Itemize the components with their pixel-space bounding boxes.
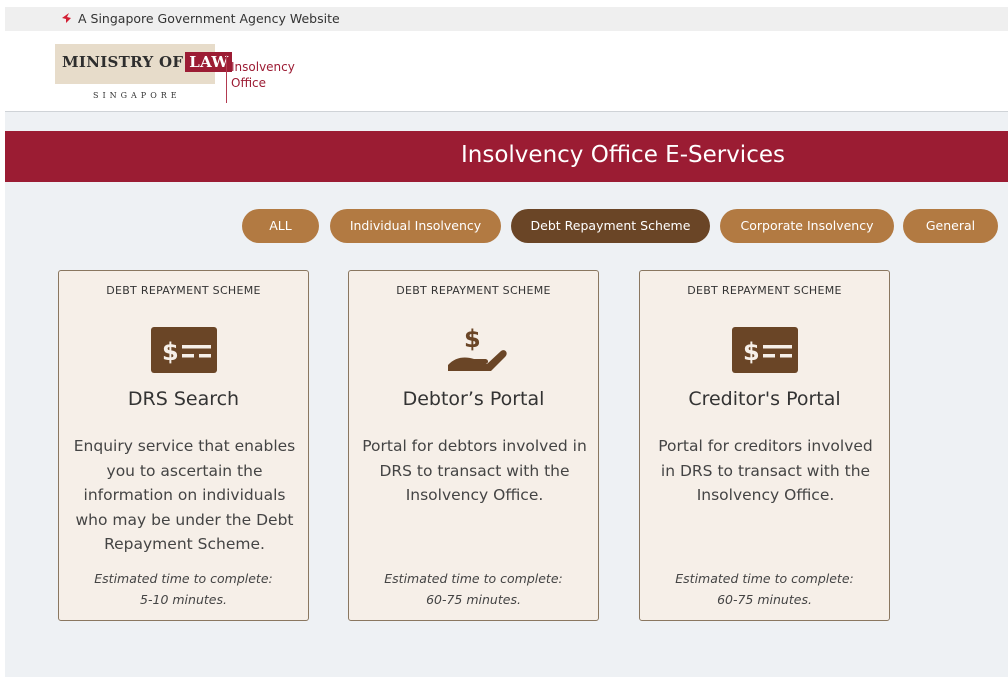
card-description: Portal for debtors involved in DRS to tr… xyxy=(362,437,587,504)
money-check-icon: $ xyxy=(151,327,217,373)
banner: Insolvency Office E-Services xyxy=(5,131,1008,182)
card-title: Debtor’s Portal xyxy=(402,388,545,410)
site-header: MINISTRY OF LAW SINGAPORE Insolvency Offi… xyxy=(5,31,1008,112)
filter-debt-repayment-scheme-button[interactable]: Debt Repayment Scheme xyxy=(511,209,710,243)
svg-text:$: $ xyxy=(162,338,179,366)
masthead-text: A Singapore Government Agency Website xyxy=(78,11,340,26)
filter-corporate-insolvency-button[interactable]: Corporate Insolvency xyxy=(720,209,894,243)
logo-subtitle-line2: Office xyxy=(231,76,267,90)
card-category: DEBT REPAYMENT SCHEME xyxy=(106,284,261,297)
logo-subtitle-line1: Insolvency xyxy=(231,60,295,74)
card-title: Creditor's Portal xyxy=(688,388,841,410)
card-estimated-time: Estimated time to complete: 5-10 minutes… xyxy=(59,568,308,610)
card-estimated-time: Estimated time to complete: 60-75 minute… xyxy=(640,568,889,610)
card-time-label: Estimated time to complete: xyxy=(94,571,273,586)
page: A Singapore Government Agency Website MI… xyxy=(5,7,1008,677)
gov-masthead: A Singapore Government Agency Website xyxy=(5,7,1008,31)
card-estimated-time: Estimated time to complete: 60-75 minute… xyxy=(349,568,598,610)
service-card-creditors-portal[interactable]: DEBT REPAYMENT SCHEME $ Creditor's Porta… xyxy=(639,270,890,621)
lion-head-icon xyxy=(62,13,71,23)
logo-subtitle: Insolvency Office xyxy=(231,59,311,91)
money-check-icon: $ xyxy=(732,327,798,373)
card-description: Enquiry service that enables you to asce… xyxy=(73,437,296,553)
card-description: Portal for creditors involved in DRS to … xyxy=(658,437,873,504)
filter-individual-insolvency-button[interactable]: Individual Insolvency xyxy=(330,209,501,243)
card-time-value: 5-10 minutes. xyxy=(140,592,227,607)
page-title: Insolvency Office E-Services xyxy=(461,142,785,168)
card-time-value: 60-75 minutes. xyxy=(426,592,521,607)
filter-all-button[interactable]: ALL xyxy=(242,209,319,243)
logo-ministry-text: MINISTRY OF xyxy=(62,53,184,71)
card-category: DEBT REPAYMENT SCHEME xyxy=(396,284,551,297)
svg-text:$: $ xyxy=(743,338,760,366)
service-card-drs-search[interactable]: DEBT REPAYMENT SCHEME $ DRS Search Enqui… xyxy=(58,270,309,621)
card-category: DEBT REPAYMENT SCHEME xyxy=(687,284,842,297)
card-title: DRS Search xyxy=(127,388,240,410)
logo-ministry[interactable]: MINISTRY OF LAW xyxy=(62,52,233,72)
filter-general-button[interactable]: General xyxy=(903,209,998,243)
logo-country: SINGAPORE xyxy=(93,91,181,100)
svg-text:$: $ xyxy=(464,325,481,353)
hand-holding-dollar-icon: $ xyxy=(448,325,507,371)
logo-divider xyxy=(226,55,227,103)
card-time-value: 60-75 minutes. xyxy=(717,592,812,607)
card-time-label: Estimated time to complete: xyxy=(675,571,854,586)
card-time-label: Estimated time to complete: xyxy=(384,571,563,586)
service-card-debtors-portal[interactable]: DEBT REPAYMENT SCHEME $ Debtor’s Portal … xyxy=(348,270,599,621)
